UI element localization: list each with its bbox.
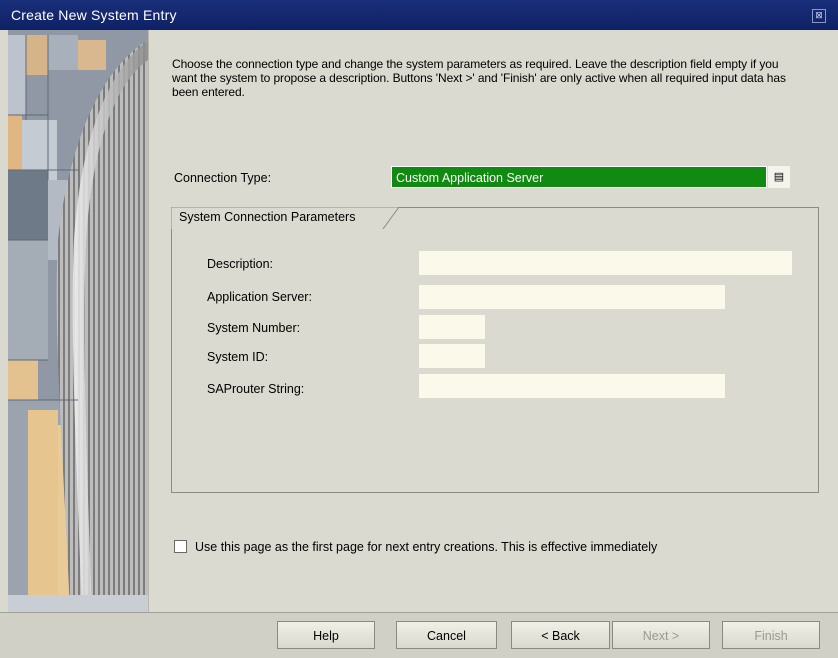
description-input[interactable] (419, 251, 792, 275)
title-bar: Create New System Entry ⊠ (0, 0, 838, 30)
system-number-input[interactable] (419, 315, 485, 339)
application-server-label: Application Server: (207, 290, 312, 304)
instructions-text: Choose the connection type and change th… (172, 57, 786, 99)
connection-type-field[interactable]: Custom Application Server (391, 166, 767, 188)
value-help-icon[interactable]: ▤ (768, 166, 790, 188)
cancel-button[interactable]: Cancel (396, 621, 497, 649)
saprouter-string-label: SAProuter String: (207, 382, 305, 396)
system-connection-parameters-group (171, 207, 819, 493)
finish-button[interactable]: Finish (722, 621, 820, 649)
connection-type-value: Custom Application Server (396, 171, 544, 185)
back-button[interactable]: < Back (511, 621, 610, 649)
saprouter-string-input[interactable] (419, 374, 725, 398)
system-number-label: System Number: (207, 321, 301, 335)
system-id-input[interactable] (419, 344, 485, 368)
help-button[interactable]: Help (277, 621, 375, 649)
application-server-input[interactable] (419, 285, 725, 309)
wizard-side-image (8, 30, 148, 612)
system-id-label: System ID: (207, 350, 269, 364)
window-title: Create New System Entry (11, 7, 177, 23)
first-page-checkbox[interactable] (174, 540, 187, 553)
next-button[interactable]: Next > (612, 621, 710, 649)
first-page-checkbox-label: Use this page as the first page for next… (195, 540, 658, 554)
group-title: System Connection Parameters (179, 210, 356, 224)
connection-type-label: Connection Type: (174, 171, 272, 185)
description-label: Description: (207, 257, 273, 271)
close-icon[interactable]: ⊠ (812, 9, 826, 23)
